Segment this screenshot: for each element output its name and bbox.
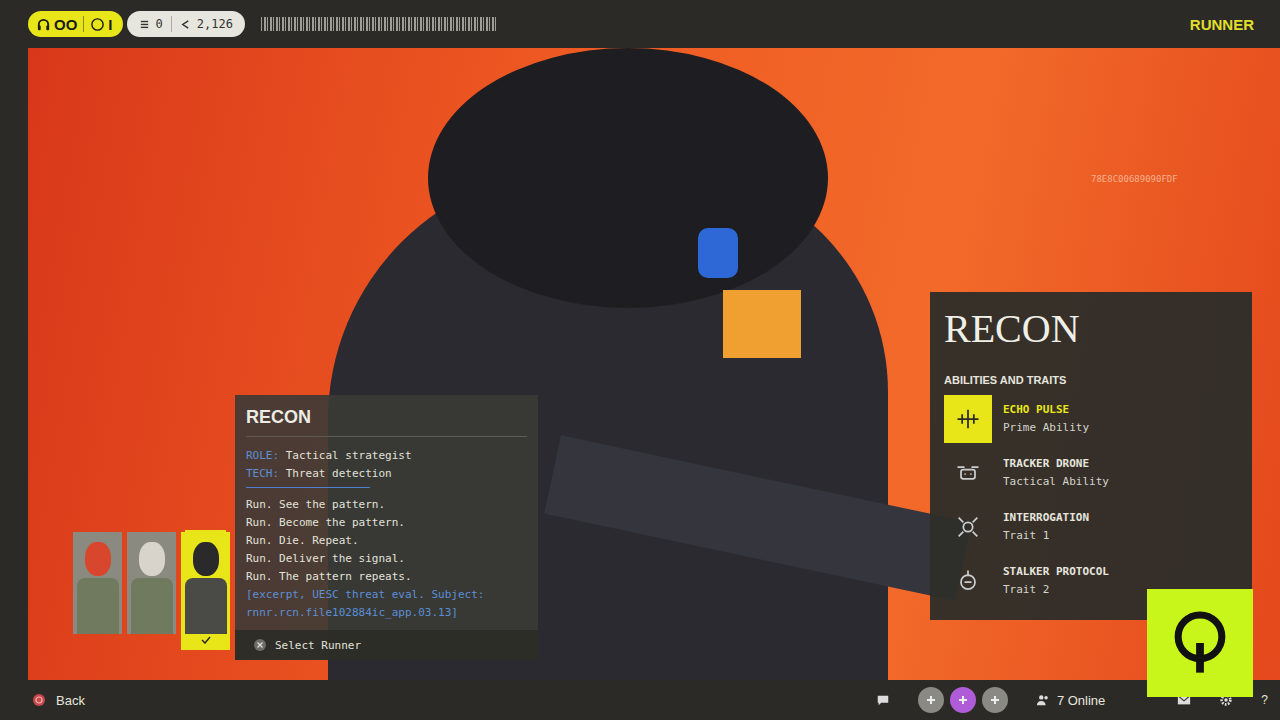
top-bar: OO I 0 2,126 RUNNER: [0, 0, 1280, 48]
party-members: OO: [36, 16, 77, 33]
invite-count: I: [108, 16, 112, 33]
people-icon: [1036, 693, 1050, 707]
runner-select-screen: OO I 0 2,126 RUNNER 78E8C00689090FDF REC…: [0, 0, 1280, 720]
stats-pill: 0 2,126: [127, 11, 245, 37]
lore-line: Run. Deliver the signal.: [246, 550, 527, 568]
ability-type: Trait 2: [1003, 581, 1109, 599]
cross-button-icon: [253, 638, 267, 652]
list-icon: [139, 19, 150, 30]
side-strip: [0, 48, 28, 680]
abilities-heading: ABILITIES AND TRAITS: [944, 374, 1238, 386]
platform-buttons: [918, 687, 1008, 713]
drone-icon: [944, 449, 992, 497]
runner-name: RECON: [246, 407, 527, 436]
ability-row[interactable]: ECHO PULSE Prime Ability: [944, 392, 1238, 446]
dpad-icon: [925, 694, 937, 706]
lore-line: Run. Die. Repeat.: [246, 532, 527, 550]
platform-button[interactable]: [918, 687, 944, 713]
ability-name: INTERROGATION: [1003, 509, 1089, 527]
headset-icon: [36, 17, 51, 32]
ability-type: Trait 1: [1003, 527, 1089, 545]
check-icon: [200, 636, 212, 644]
ability-type: Prime Ability: [1003, 419, 1089, 437]
help-button[interactable]: ?: [1261, 693, 1268, 707]
ability-row[interactable]: TRACKER DRONE Tactical Ability: [944, 446, 1238, 500]
screen-title: RUNNER: [1190, 16, 1254, 33]
signal-barcode: [261, 17, 497, 31]
chat-icon[interactable]: [876, 693, 890, 707]
game-logo: [1147, 589, 1253, 697]
party-count: OO: [54, 16, 77, 33]
platform-button[interactable]: [950, 687, 976, 713]
platform-button[interactable]: [982, 687, 1008, 713]
runner-portrait[interactable]: [181, 532, 230, 650]
keyhole-logo-icon: [1161, 604, 1239, 682]
abilities-panel: RECON ABILITIES AND TRAITS ECHO PULSE Pr…: [930, 292, 1252, 620]
ability-row[interactable]: INTERROGATION Trait 1: [944, 500, 1238, 554]
lore-line: Run. See the pattern.: [246, 496, 527, 514]
lore-line: Run. The pattern repeats.: [246, 568, 527, 586]
ability-name: ECHO PULSE: [1003, 401, 1089, 419]
stalker-icon: [944, 557, 992, 605]
party-pill[interactable]: OO I: [28, 11, 123, 37]
bottom-bar: Back 7 Online ?: [0, 680, 1280, 720]
ability-type: Tactical Ability: [1003, 473, 1109, 491]
runner-tech: TECH: Threat detection: [246, 465, 527, 483]
runner-role: ROLE: Tactical strategist: [246, 447, 527, 465]
lore-line: Run. Become the pattern.: [246, 514, 527, 532]
party-invites: I: [90, 16, 112, 33]
runner-scene: 78E8C00689090FDF RECON ROLE: Tactical st…: [28, 48, 1280, 680]
back-button[interactable]: Back: [32, 693, 85, 708]
share-icon: [180, 19, 191, 30]
abilities-title: RECON: [944, 306, 1238, 352]
interrogation-icon: [944, 503, 992, 551]
runner-portrait[interactable]: [127, 532, 176, 634]
runner-info-card: RECON ROLE: Tactical strategist TECH: Th…: [235, 395, 538, 660]
runner-portrait[interactable]: [73, 532, 122, 634]
stat-currency: 2,126: [180, 17, 233, 31]
select-runner-button[interactable]: Select Runner: [235, 630, 538, 660]
ability-name: TRACKER DRONE: [1003, 455, 1109, 473]
runner-list: [73, 532, 230, 650]
main-area: 78E8C00689090FDF RECON ROLE: Tactical st…: [0, 48, 1280, 680]
online-count[interactable]: 7 Online: [1036, 693, 1105, 708]
lore-excerpt: [excerpt, UESC threat eval. Subject: rnn…: [246, 586, 527, 622]
dpad-icon: [957, 694, 969, 706]
dpad-icon: [989, 694, 1001, 706]
ability-name: STALKER PROTOCOL: [1003, 563, 1109, 581]
circle-icon: [90, 17, 105, 32]
id-code: 78E8C00689090FDF: [1091, 174, 1178, 184]
pulse-icon: [944, 395, 992, 443]
circle-button-icon: [32, 693, 46, 707]
stat-entries: 0: [139, 17, 163, 31]
